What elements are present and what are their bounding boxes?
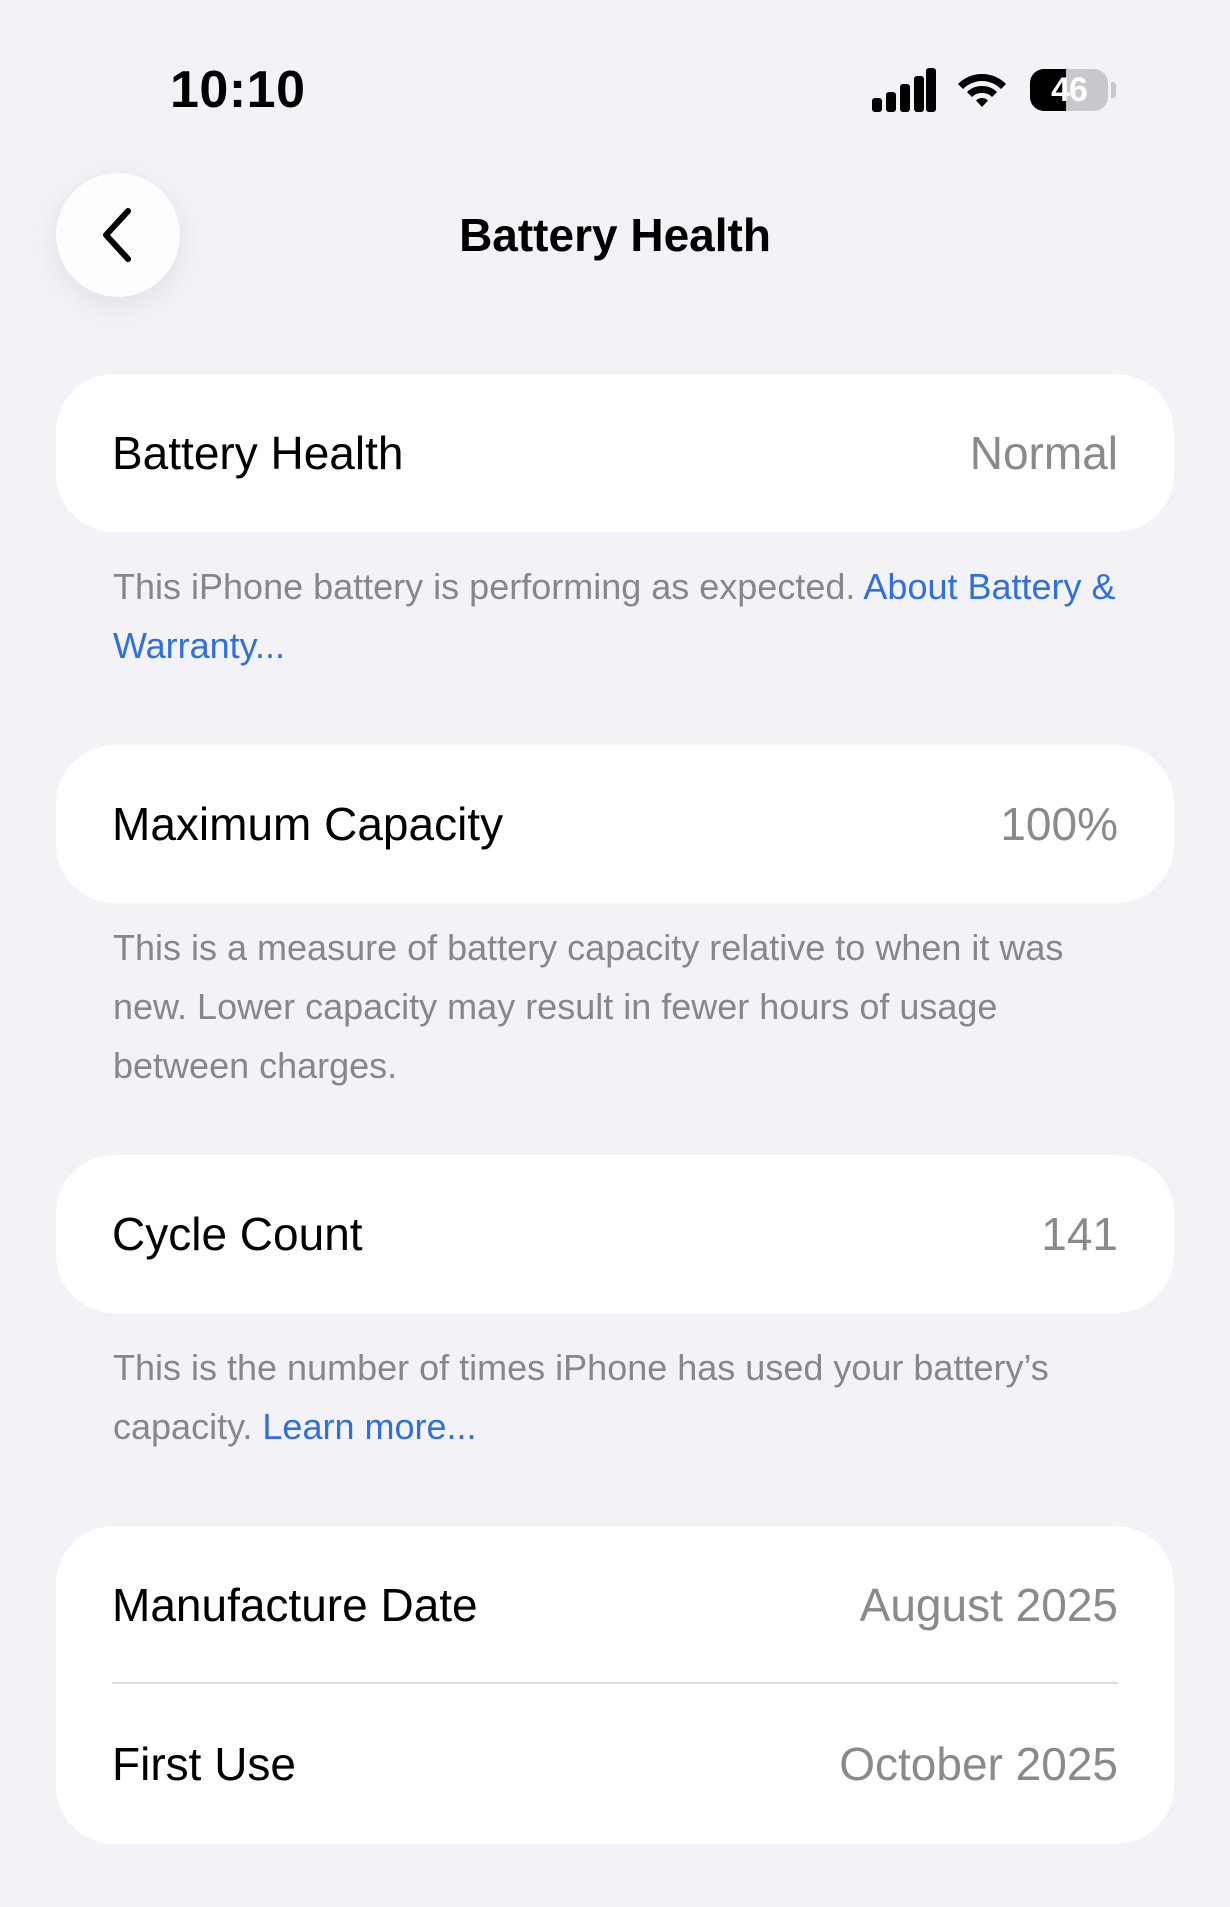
battery-health-footnote: This iPhone battery is performing as exp… xyxy=(113,557,1123,675)
battery-health-footnote-text: This iPhone battery is performing as exp… xyxy=(113,566,864,607)
battery-health-label: Battery Health xyxy=(112,427,404,479)
battery-icon: 46 xyxy=(1030,69,1108,111)
maximum-capacity-label: Maximum Capacity xyxy=(112,798,504,850)
cycle-count-value: 141 xyxy=(1041,1208,1118,1260)
wifi-icon xyxy=(956,68,1008,110)
cycle-count-row: Cycle Count 141 xyxy=(112,1206,1118,1262)
page-title: Battery Health xyxy=(459,209,771,261)
status-time: 10:10 xyxy=(170,61,306,119)
cellular-signal-icon xyxy=(872,68,936,112)
first-use-label: First Use xyxy=(112,1738,296,1790)
battery-percent-text: 46 xyxy=(1051,71,1088,109)
maximum-capacity-footnote-text: This is a measure of battery capacity re… xyxy=(113,927,1064,1086)
battery-dates-card: Manufacture Date August 2025 First Use O… xyxy=(56,1526,1174,1844)
cycle-count-label: Cycle Count xyxy=(112,1208,363,1260)
battery-nub xyxy=(1111,82,1116,98)
maximum-capacity-row: Maximum Capacity 100% xyxy=(112,796,1118,852)
manufacture-date-label: Manufacture Date xyxy=(112,1579,478,1631)
battery-health-value: Normal xyxy=(969,427,1118,479)
cycle-count-footnote-text: This is the number of times iPhone has u… xyxy=(113,1347,1049,1447)
row-divider xyxy=(112,1682,1118,1684)
maximum-capacity-footnote: This is a measure of battery capacity re… xyxy=(113,918,1123,1095)
battery-health-row: Battery Health Normal xyxy=(112,425,1118,481)
maximum-capacity-card: Maximum Capacity 100% xyxy=(56,745,1174,903)
manufacture-date-value: August 2025 xyxy=(859,1579,1118,1631)
maximum-capacity-value: 100% xyxy=(1000,798,1118,850)
learn-more-link[interactable]: Learn more... xyxy=(262,1406,476,1447)
cycle-count-footnote: This is the number of times iPhone has u… xyxy=(113,1338,1123,1456)
first-use-value: October 2025 xyxy=(839,1738,1118,1790)
first-use-row: First Use October 2025 xyxy=(112,1736,1118,1792)
manufacture-date-row: Manufacture Date August 2025 xyxy=(112,1577,1118,1633)
cycle-count-card: Cycle Count 141 xyxy=(56,1155,1174,1313)
battery-health-card: Battery Health Normal xyxy=(56,374,1174,532)
